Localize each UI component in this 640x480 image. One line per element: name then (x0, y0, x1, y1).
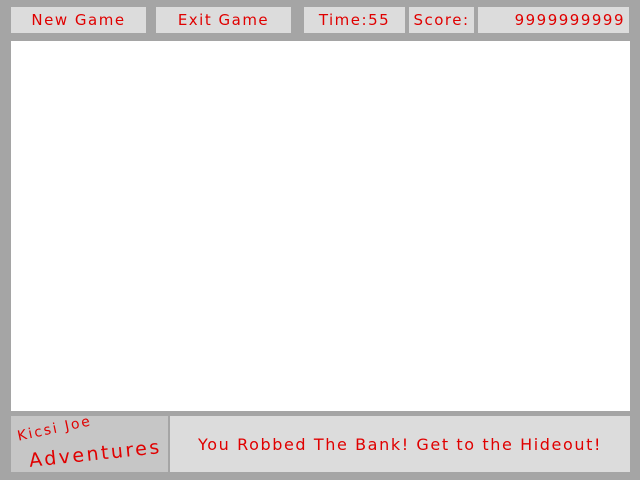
logo-title-line2: Adventures (28, 436, 163, 472)
logo-title-line1: Kicsi Joe (16, 416, 94, 445)
score-value: 9999999999 (478, 7, 629, 33)
new-game-button[interactable]: New Game (11, 7, 146, 33)
game-logo: Kicsi Joe Adventures (11, 416, 168, 472)
time-display: Time:55 (304, 7, 405, 33)
game-canvas[interactable] (11, 41, 630, 411)
status-message: You Robbed The Bank! Get to the Hideout! (170, 416, 630, 472)
score-label: Score: (409, 7, 474, 33)
exit-game-button[interactable]: Exit Game (156, 7, 291, 33)
